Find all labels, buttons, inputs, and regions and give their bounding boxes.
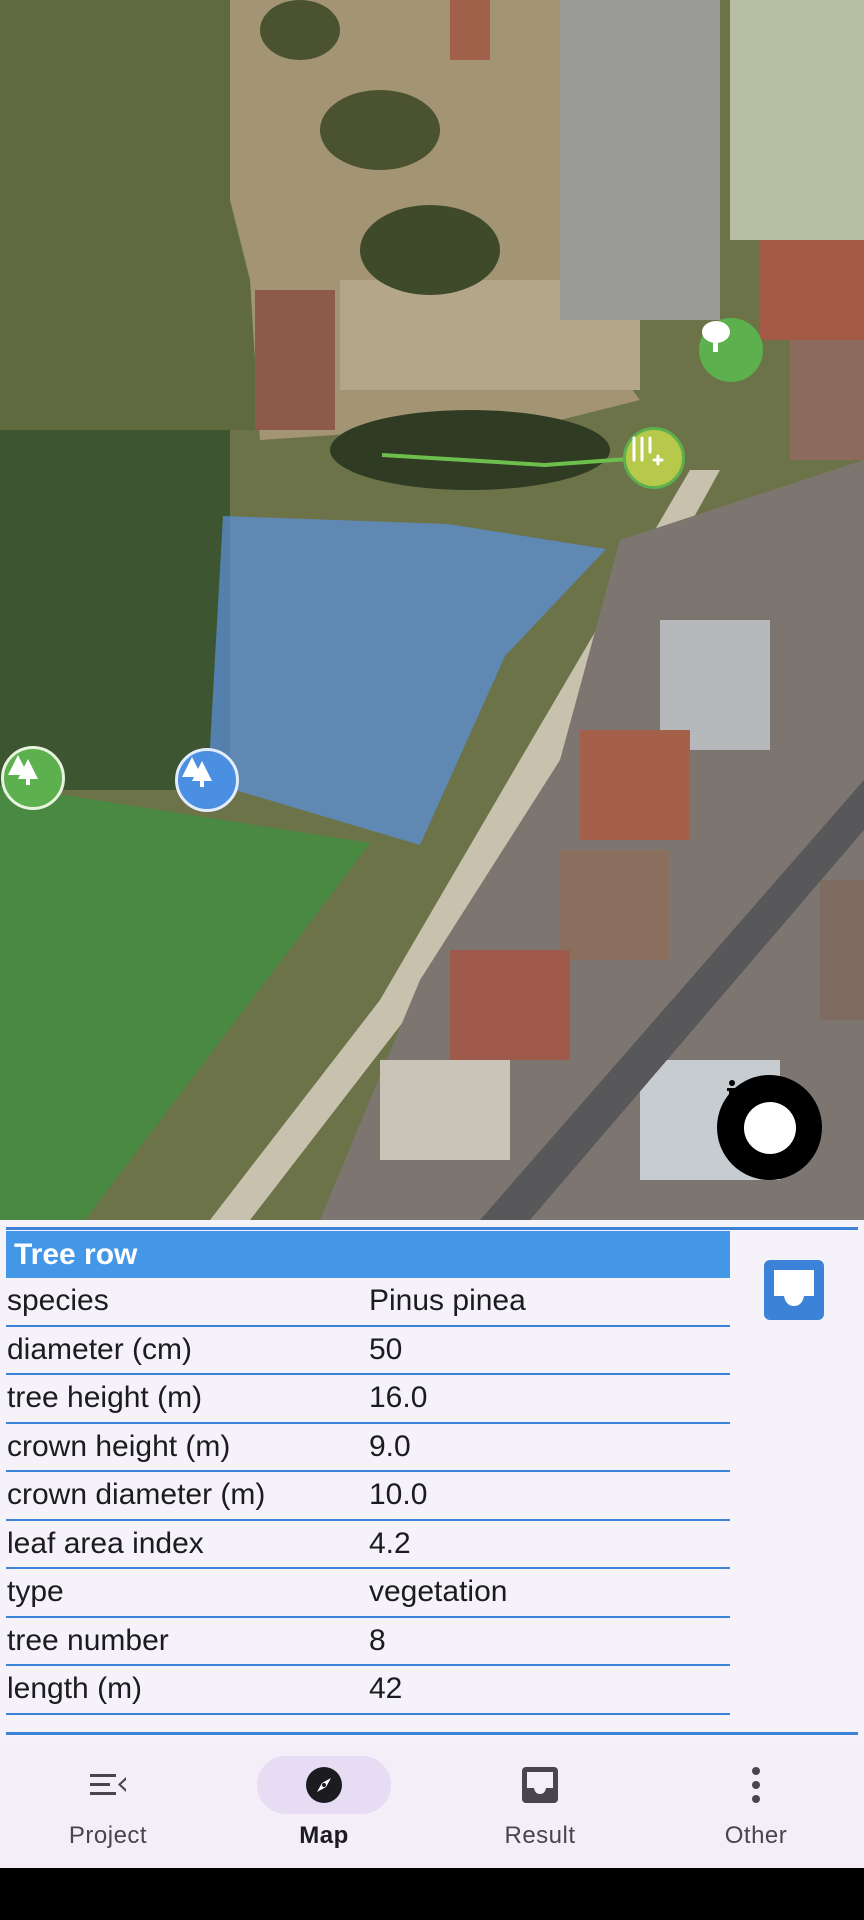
- nav-item-other[interactable]: Other: [648, 1744, 864, 1868]
- attribute-value: 42: [369, 1672, 403, 1706]
- attribute-value: 9.0: [369, 1429, 411, 1463]
- nav-label: Other: [724, 1822, 788, 1849]
- satellite-map: [0, 0, 864, 1220]
- attribute-value: Pinus pinea: [369, 1284, 526, 1318]
- nav-pill-active: [257, 1756, 391, 1814]
- inbox-icon: [764, 1260, 824, 1320]
- attribute-key: type: [7, 1575, 64, 1609]
- conifer-tree-icon[interactable]: [1, 746, 65, 810]
- compass-icon: [306, 1767, 342, 1803]
- attribute-key: length (m): [7, 1672, 143, 1706]
- attribute-key: leaf area index: [7, 1526, 204, 1560]
- attribute-value: vegetation: [369, 1575, 508, 1609]
- table-row: diameter (cm) 50: [6, 1327, 730, 1375]
- nav-label: Result: [504, 1822, 576, 1849]
- menu-open-icon: [90, 1774, 126, 1795]
- divider: [6, 1227, 858, 1230]
- map-view[interactable]: [0, 0, 864, 1220]
- table-row: species Pinus pinea: [6, 1278, 730, 1327]
- divider: [6, 1732, 858, 1735]
- attribute-key: crown diameter (m): [7, 1478, 266, 1512]
- nav-item-map[interactable]: Map: [216, 1744, 432, 1868]
- nav-pill: [689, 1756, 823, 1814]
- add-to-result-button[interactable]: [762, 1258, 826, 1322]
- table-row: length (m) 42: [6, 1666, 730, 1715]
- more-vertical-icon: [752, 1767, 760, 1803]
- attribute-key: species: [7, 1284, 109, 1318]
- table-row: leaf area index 4.2: [6, 1521, 730, 1569]
- table-row: crown height (m) 9.0: [6, 1424, 730, 1472]
- attribute-key: tree height (m): [7, 1381, 203, 1415]
- nav-item-result[interactable]: Result: [432, 1744, 648, 1868]
- attribute-value: 8: [369, 1623, 386, 1657]
- feature-title: Tree row: [6, 1231, 730, 1278]
- nav-label: Map: [299, 1822, 349, 1849]
- attribute-value: 16.0: [369, 1381, 428, 1415]
- info-icon: [727, 1080, 796, 1154]
- table-row: crown diameter (m) 10.0: [6, 1472, 730, 1521]
- table-row: tree height (m) 16.0: [6, 1375, 730, 1424]
- nav-label: Project: [68, 1822, 148, 1849]
- attribute-value: 4.2: [369, 1526, 411, 1560]
- info-button[interactable]: [717, 1075, 822, 1180]
- attribute-key: crown height (m): [7, 1429, 231, 1463]
- bottom-navigation: Project Map Result Other: [0, 1744, 864, 1868]
- attribute-key: tree number: [7, 1623, 169, 1657]
- table-row: type vegetation: [6, 1569, 730, 1618]
- nav-pill: [41, 1756, 175, 1814]
- table-row: tree number 8: [6, 1618, 730, 1666]
- system-navigation-bar: [0, 1868, 864, 1920]
- attribute-key: diameter (cm): [7, 1332, 193, 1366]
- attribute-value: 50: [369, 1332, 403, 1366]
- deciduous-tree-icon[interactable]: [699, 318, 763, 382]
- conifer-tree-icon[interactable]: [175, 748, 239, 812]
- tree-row-icon[interactable]: [623, 427, 685, 489]
- attribute-value: 10.0: [369, 1478, 428, 1512]
- inbox-icon: [522, 1767, 558, 1803]
- nav-item-project[interactable]: Project: [0, 1744, 216, 1868]
- attribute-table: Tree row species Pinus pinea diameter (cm…: [6, 1231, 730, 1715]
- nav-pill: [473, 1756, 607, 1814]
